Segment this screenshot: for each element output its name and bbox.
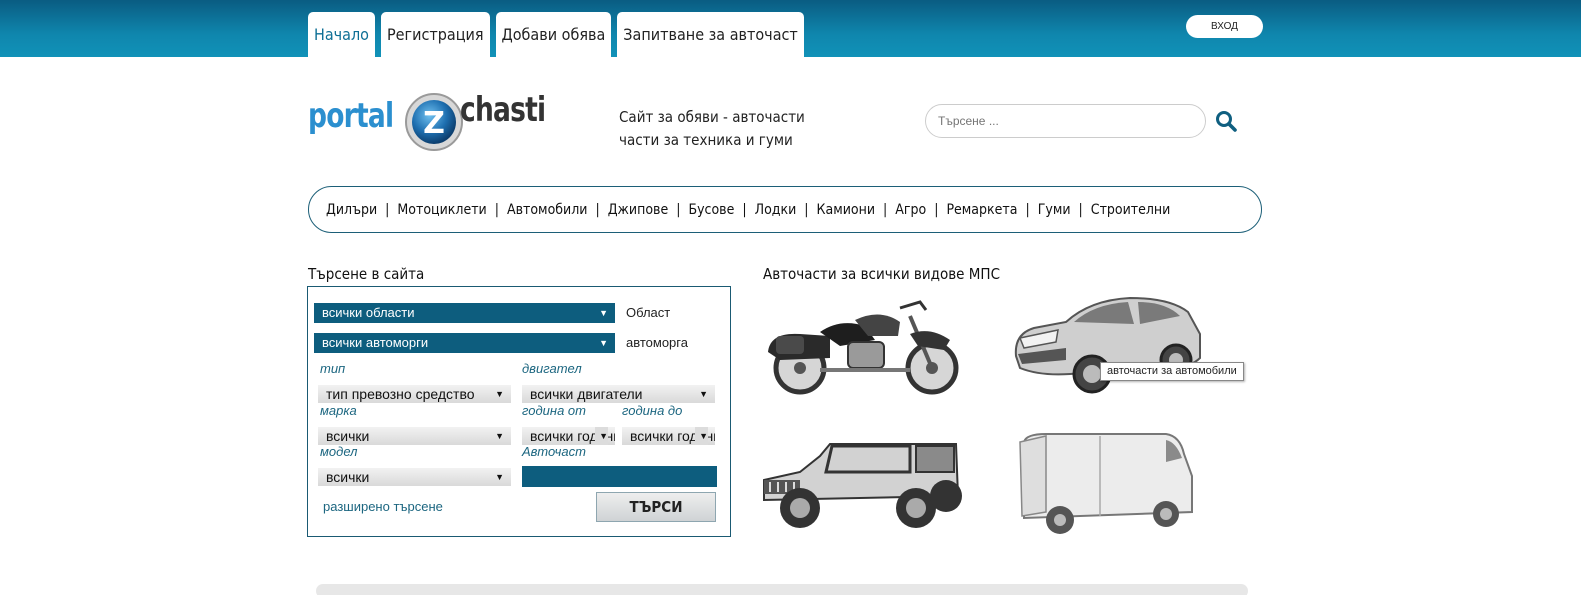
category-cars[interactable]: Автомобили — [507, 202, 587, 218]
part-label: Авточаст — [522, 444, 586, 459]
year-from-select[interactable]: всички години ▼ — [522, 427, 615, 445]
vehicles-title: Авточасти за всички видове МПС — [763, 265, 1000, 283]
site-logo[interactable]: portal Z chasti — [308, 90, 560, 154]
advanced-search-link[interactable]: разширено търсене — [323, 499, 443, 514]
region-select[interactable]: всички области ▼ — [314, 303, 615, 323]
chevron-down-icon: ▼ — [695, 427, 708, 445]
make-label: марка — [320, 403, 357, 418]
chevron-down-icon: ▼ — [699, 389, 708, 399]
engine-select[interactable]: всички двигатели ▼ — [522, 385, 715, 403]
main-nav-tabs: Начало Регистрация Добави обява Запитван… — [308, 12, 804, 57]
region-label: Област — [626, 305, 671, 320]
van-image[interactable] — [1016, 432, 1196, 536]
chevron-down-icon: ▼ — [595, 427, 608, 445]
junkyard-label: автоморга — [626, 335, 688, 350]
category-vans[interactable]: Бусове — [688, 202, 734, 218]
logo-badge-icon: Z — [405, 93, 463, 151]
model-select[interactable]: всички ▼ — [318, 468, 511, 486]
engine-label: двигател — [522, 361, 582, 376]
model-label: модел — [320, 444, 358, 459]
year-from-label: година от — [522, 403, 586, 418]
search-icon[interactable] — [1214, 109, 1238, 133]
tab-home[interactable]: Начало — [308, 12, 375, 57]
search-submit-button[interactable]: ТЪРСИ — [596, 492, 716, 522]
category-boats[interactable]: Лодки — [755, 202, 797, 218]
category-construction[interactable]: Строителни — [1091, 202, 1171, 218]
jeep-image[interactable] — [760, 436, 962, 532]
car-tooltip: авточасти за автомобили — [1100, 362, 1244, 381]
site-tagline: Сайт за обяви - авточасти части за техни… — [619, 106, 805, 152]
category-agro[interactable]: Агро — [895, 202, 926, 218]
year-to-label: година до — [622, 403, 683, 418]
category-jeeps[interactable]: Джипове — [608, 202, 669, 218]
category-dealers[interactable]: Дилъри — [326, 202, 377, 218]
make-select[interactable]: всички ▼ — [318, 427, 511, 445]
logo-text-left: portal — [308, 96, 394, 136]
chevron-down-icon: ▼ — [495, 389, 504, 399]
category-trailers[interactable]: Ремаркета — [946, 202, 1017, 218]
tab-part-request[interactable]: Запитване за авточаст — [617, 12, 804, 57]
category-trucks[interactable]: Камиони — [817, 202, 875, 218]
type-label: тип — [320, 361, 346, 376]
logo-text-right: chasti — [460, 90, 546, 130]
site-search-input[interactable] — [925, 104, 1206, 138]
tab-add-listing[interactable]: Добави обява — [495, 12, 612, 57]
chevron-down-icon: ▼ — [495, 472, 504, 482]
motorcycle-image[interactable] — [760, 296, 960, 396]
tab-registration[interactable]: Регистрация — [380, 12, 490, 57]
category-nav: Дилъри | Мотоциклети | Автомобили | Джипове… — [308, 186, 1262, 233]
category-tires[interactable]: Гуми — [1038, 202, 1071, 218]
search-panel-title: Търсене в сайта — [308, 265, 425, 283]
chevron-down-icon: ▼ — [495, 431, 504, 441]
logo-badge-letter: Z — [423, 106, 445, 141]
tagline-line-1: Сайт за обяви - авточасти — [619, 108, 805, 126]
year-to-select[interactable]: всички години ▼ — [622, 427, 715, 445]
vehicle-type-select[interactable]: тип превозно средство ▼ — [318, 385, 511, 403]
footer-bar — [316, 584, 1248, 595]
tagline-line-2: части за техника и гуми — [619, 131, 793, 149]
chevron-down-icon: ▼ — [599, 338, 608, 348]
part-name-input[interactable] — [522, 466, 717, 487]
junkyard-select[interactable]: всички автоморги ▼ — [314, 333, 615, 353]
chevron-down-icon: ▼ — [599, 308, 608, 318]
login-button[interactable]: ВХОД — [1186, 15, 1263, 38]
category-motorcycles[interactable]: Мотоциклети — [397, 202, 486, 218]
